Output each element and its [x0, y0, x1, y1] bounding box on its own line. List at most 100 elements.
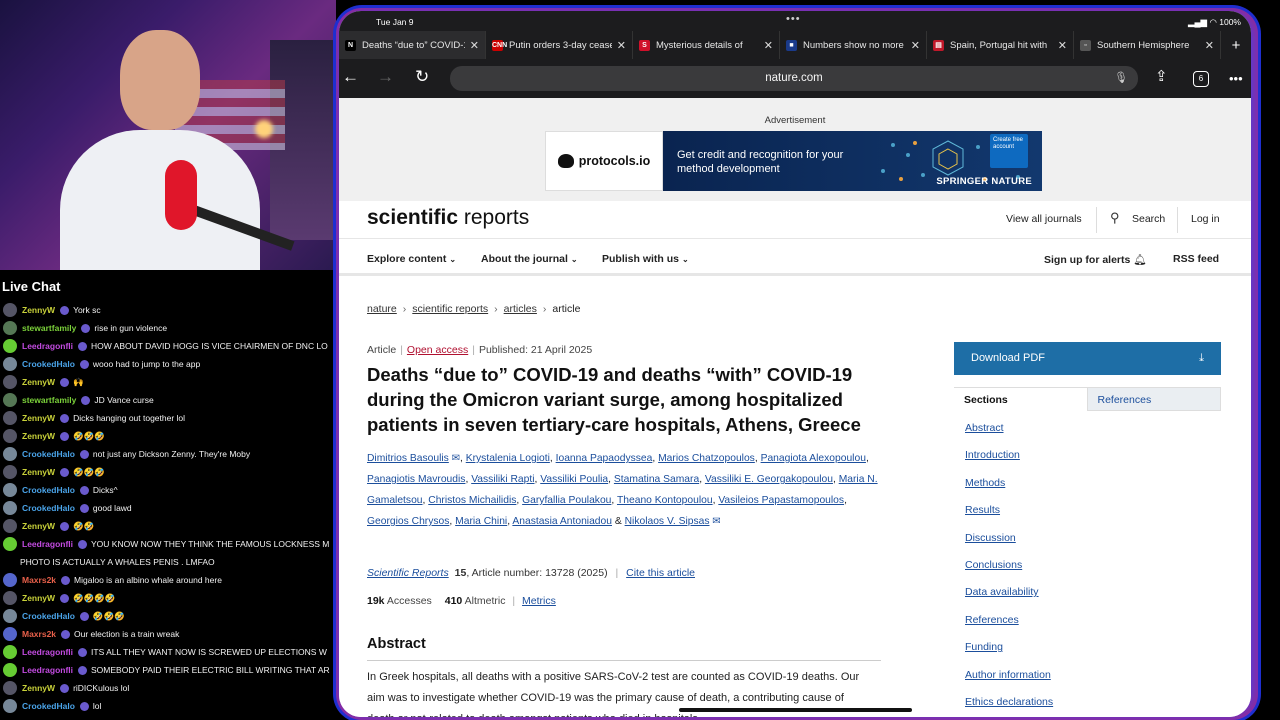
author-link[interactable]: Vassiliki Rapti [471, 474, 534, 485]
author-link[interactable]: Garyfallia Poulakou [522, 495, 611, 506]
explore-content-menu[interactable]: Explore content ⌄ [367, 253, 456, 265]
section-link[interactable]: Ethics declarations [965, 696, 1053, 717]
avatar[interactable] [3, 573, 17, 587]
search-icon[interactable]: ⚲ [1110, 210, 1120, 226]
multitask-dots-icon[interactable]: ••• [786, 13, 801, 25]
close-tab-icon[interactable]: ✕ [470, 39, 479, 52]
avatar[interactable] [3, 411, 17, 425]
chat-username[interactable]: Leedragonfli [22, 665, 73, 675]
breadcrumb-item[interactable]: nature [367, 303, 397, 315]
section-link[interactable]: Funding [965, 641, 1053, 668]
section-link[interactable]: Discussion [965, 532, 1053, 559]
chat-username[interactable]: Leedragonfli [22, 539, 73, 549]
avatar[interactable] [3, 483, 17, 497]
avatar[interactable] [3, 303, 17, 317]
close-tab-icon[interactable]: ✕ [911, 39, 920, 52]
home-indicator[interactable] [679, 708, 912, 712]
avatar[interactable] [3, 591, 17, 605]
author-link[interactable]: Anastasia Antoniadou [512, 516, 612, 527]
close-tab-icon[interactable]: ✕ [1058, 39, 1067, 52]
avatar[interactable] [3, 393, 17, 407]
chat-username[interactable]: ZennyW [22, 521, 55, 531]
avatar[interactable] [3, 357, 17, 371]
author-link[interactable]: Marios Chatzopoulos [658, 453, 755, 464]
section-link[interactable]: Conclusions [965, 559, 1053, 586]
download-pdf-button[interactable]: Download PDF ⤓ [954, 342, 1221, 375]
browser-tab[interactable]: S Mysterious details of ✕ [633, 31, 780, 59]
close-tab-icon[interactable]: ✕ [617, 39, 626, 52]
avatar[interactable] [3, 339, 17, 353]
chat-username[interactable]: CrookedHalo [22, 701, 75, 711]
chat-username[interactable]: ZennyW [22, 305, 55, 315]
avatar[interactable] [3, 681, 17, 695]
chat-username[interactable]: stewartfamily [22, 323, 76, 333]
author-link[interactable]: Dimitrios Basoulis [367, 453, 449, 464]
browser-tab[interactable]: ▤ Spain, Portugal hit with ✕ [927, 31, 1074, 59]
chat-username[interactable]: CrookedHalo [22, 611, 75, 621]
avatar[interactable] [3, 429, 17, 443]
chat-username[interactable]: Maxrs2k [22, 575, 56, 585]
chat-username[interactable]: CrookedHalo [22, 485, 75, 495]
journal-name-link[interactable]: Scientific Reports [367, 567, 449, 579]
author-link[interactable]: Georgios Chrysos [367, 516, 449, 527]
chat-username[interactable]: ZennyW [22, 413, 55, 423]
tab-overview-button[interactable]: 6 [1193, 71, 1209, 87]
avatar[interactable] [3, 447, 17, 461]
chat-username[interactable]: stewartfamily [22, 395, 76, 405]
view-all-journals-link[interactable]: View all journals [1006, 213, 1082, 225]
publish-with-us-menu[interactable]: Publish with us ⌄ [602, 253, 689, 265]
chat-username[interactable]: ZennyW [22, 431, 55, 441]
chat-username[interactable]: ZennyW [22, 593, 55, 603]
author-link[interactable]: Theano Kontopoulou [617, 495, 713, 506]
author-link[interactable]: Vassiliki E. Georgakopoulou [705, 474, 833, 485]
avatar[interactable] [3, 375, 17, 389]
email-icon[interactable]: ✉ [449, 453, 460, 464]
share-icon[interactable]: ⇪ [1155, 67, 1168, 85]
browser-tab[interactable]: N Deaths “due to” COVID-19 and deaths “wi… [339, 31, 486, 59]
new-tab-icon[interactable]: + [1221, 31, 1251, 59]
open-access-link[interactable]: Open access [407, 344, 468, 356]
login-link[interactable]: Log in [1191, 213, 1220, 225]
close-tab-icon[interactable]: ✕ [764, 39, 773, 52]
back-icon[interactable]: ← [342, 67, 359, 87]
chat-username[interactable]: Leedragonfli [22, 341, 73, 351]
avatar[interactable] [3, 699, 17, 713]
browser-tab[interactable]: ■ Numbers show no more ✕ [780, 31, 927, 59]
chat-username[interactable]: CrookedHalo [22, 503, 75, 513]
section-link[interactable]: Abstract [965, 422, 1053, 449]
avatar[interactable] [3, 321, 17, 335]
forward-icon[interactable]: → [377, 67, 394, 87]
sign-up-alerts-link[interactable]: Sign up for alerts 🔔︎ [1044, 253, 1147, 266]
advertisement-banner[interactable]: protocols.io Get credit and recognition … [545, 131, 1042, 191]
reload-icon[interactable]: ↻ [415, 67, 429, 87]
close-tab-icon[interactable]: ✕ [1205, 39, 1214, 52]
author-link[interactable]: Nikolaos V. Sipsas [625, 516, 710, 527]
section-link[interactable]: References [965, 614, 1053, 641]
journal-logo[interactable]: scientific reports [367, 206, 529, 230]
author-link[interactable]: Krystalenia Logioti [466, 453, 550, 464]
avatar[interactable] [3, 519, 17, 533]
tab-references[interactable]: References [1086, 387, 1221, 411]
section-link[interactable]: Results [965, 504, 1053, 531]
browser-tab[interactable]: ▫ Southern Hemisphere ✕ [1074, 31, 1221, 59]
author-link[interactable]: Panagiotis Mavroudis [367, 474, 465, 485]
ad-cta-button[interactable]: Create free account [990, 134, 1028, 168]
rss-feed-link[interactable]: RSS feed [1173, 253, 1219, 265]
author-link[interactable]: Vassiliki Poulia [540, 474, 608, 485]
metrics-link[interactable]: Metrics [522, 595, 556, 607]
email-icon[interactable]: ✉ [710, 516, 720, 527]
tab-sections[interactable]: Sections [954, 387, 1087, 411]
cite-article-link[interactable]: Cite this article [626, 567, 695, 579]
chat-username[interactable]: Leedragonfli [22, 647, 73, 657]
author-link[interactable]: Stamatina Samara [614, 474, 699, 485]
breadcrumb-item[interactable]: scientific reports [412, 303, 488, 315]
search-button[interactable]: Search [1132, 213, 1165, 225]
avatar[interactable] [3, 537, 17, 551]
breadcrumb-item[interactable]: articles [504, 303, 537, 315]
avatar[interactable] [3, 465, 17, 479]
author-link[interactable]: Ioanna Papaodyssea [556, 453, 653, 464]
chat-username[interactable]: Maxrs2k [22, 629, 56, 639]
chat-username[interactable]: ZennyW [22, 683, 55, 693]
chat-username[interactable]: ZennyW [22, 467, 55, 477]
more-icon[interactable]: ••• [1229, 71, 1243, 86]
